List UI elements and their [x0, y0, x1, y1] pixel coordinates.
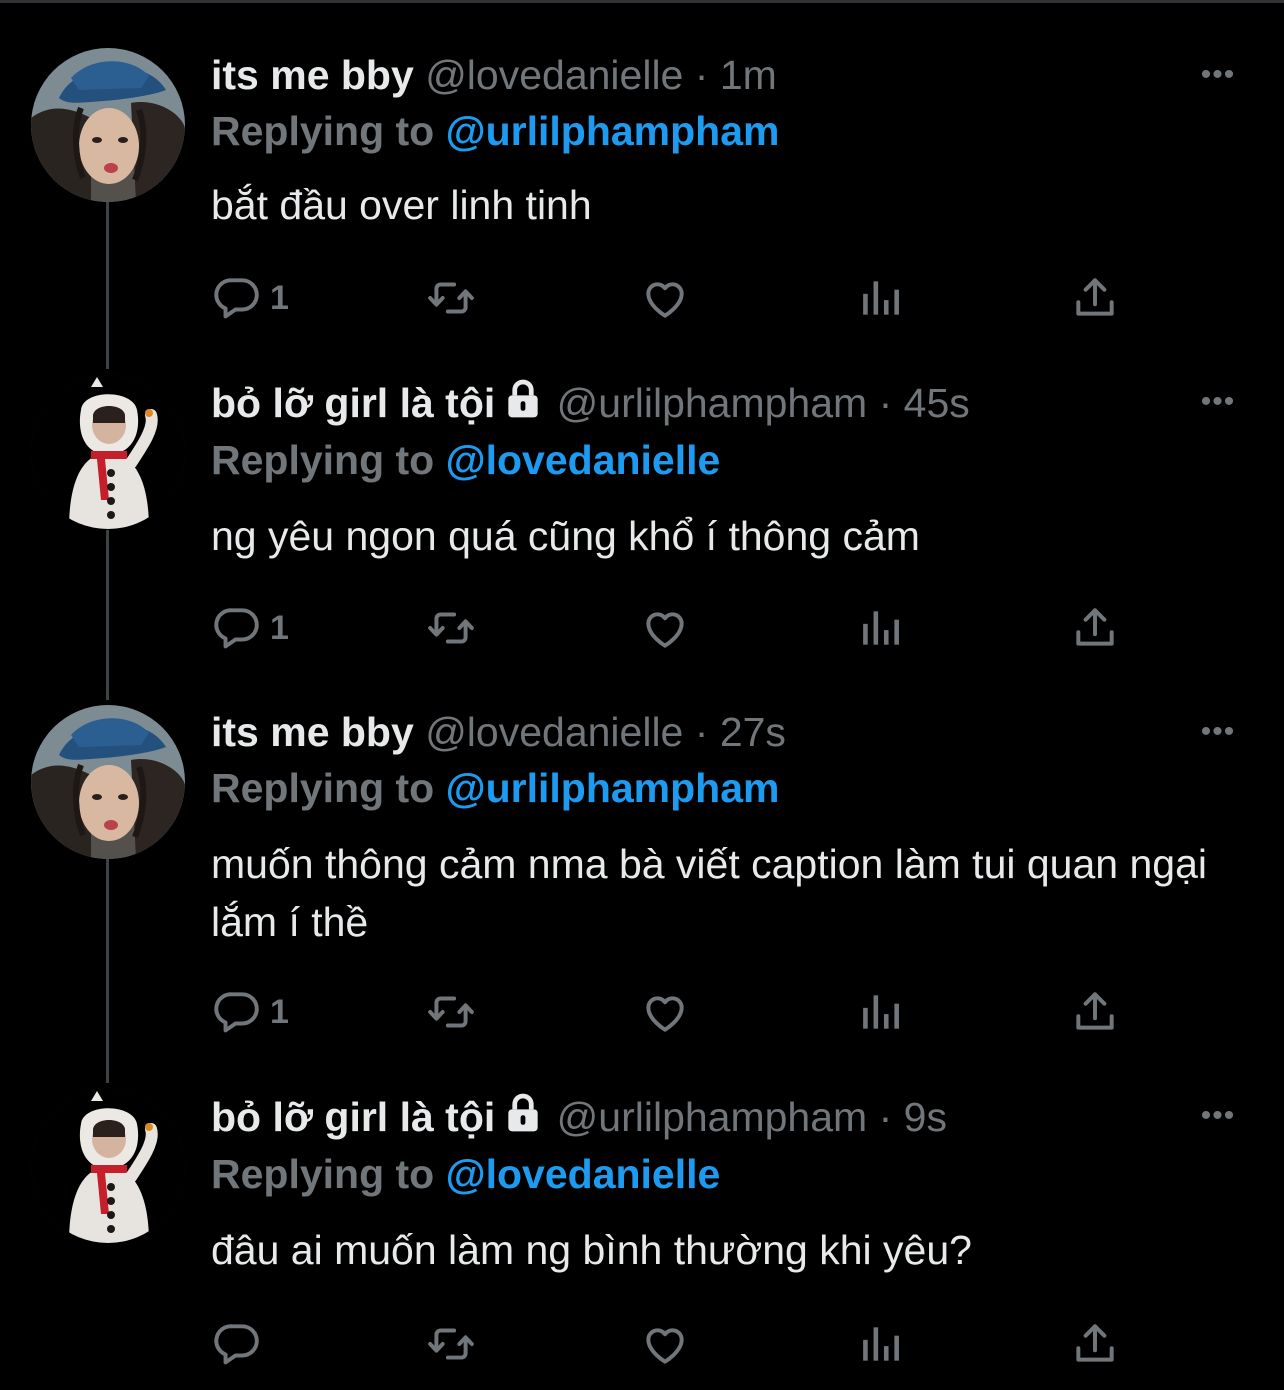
reply-icon	[212, 1319, 262, 1369]
avatar[interactable]	[31, 705, 185, 859]
action-bar	[0, 1316, 1284, 1372]
action-bar: 1	[0, 600, 1284, 656]
tweet-text: đâu ai muốn làm ng bình thường khi yêu?	[211, 1227, 972, 1273]
action-bar: 1	[0, 984, 1284, 1040]
share-icon	[1070, 603, 1120, 653]
top-divider	[0, 0, 1284, 3]
avatar[interactable]	[31, 375, 185, 529]
display-name[interactable]: its me bby	[211, 52, 414, 98]
more-icon[interactable]: •••	[1196, 377, 1240, 427]
reply-button[interactable]	[212, 1316, 270, 1372]
reply-button[interactable]: 1	[212, 984, 289, 1040]
replying-label: Replying to	[211, 765, 435, 811]
share-icon	[1070, 273, 1120, 323]
reply-icon	[212, 273, 262, 323]
display-name[interactable]: its me bby	[211, 709, 414, 755]
like-button[interactable]	[640, 270, 690, 326]
tweet-header: bỏ lỡ girl là tội @urlilphampham · 9s	[211, 1091, 947, 1141]
replying-to-line: Replying to @lovedanielle	[211, 1149, 720, 1199]
replying-to-line: Replying to @lovedanielle	[211, 435, 720, 485]
analytics-button[interactable]	[855, 600, 905, 656]
replying-mention-link[interactable]: @lovedanielle	[446, 437, 721, 483]
like-button[interactable]	[640, 600, 690, 656]
avatar[interactable]	[31, 1089, 185, 1243]
more-icon[interactable]: •••	[1196, 1091, 1240, 1141]
share-button[interactable]	[1070, 1316, 1120, 1372]
retweet-button[interactable]	[426, 600, 476, 656]
reply-count: 1	[270, 278, 289, 317]
retweet-icon	[426, 603, 476, 653]
replying-to-line: Replying to @urlilphampham	[211, 106, 779, 156]
replying-mention-link[interactable]: @urlilphampham	[446, 108, 780, 154]
analytics-button[interactable]	[855, 1316, 905, 1372]
share-button[interactable]	[1070, 600, 1120, 656]
timestamp[interactable]: 27s	[720, 709, 786, 755]
analytics-icon	[855, 1319, 905, 1369]
replying-to-line: Replying to @urlilphampham	[211, 763, 779, 813]
retweet-button[interactable]	[426, 270, 476, 326]
replying-mention-link[interactable]: @urlilphampham	[446, 765, 780, 811]
user-handle[interactable]: @lovedanielle	[425, 52, 683, 98]
tweet-text: ng yêu ngon quá cũng khổ í thông cảm	[211, 513, 920, 559]
display-name[interactable]: bỏ lỡ girl là tội	[211, 1094, 495, 1140]
separator-dot: ·	[878, 380, 893, 426]
like-button[interactable]	[640, 984, 690, 1040]
lock-icon	[501, 1091, 545, 1135]
share-button[interactable]	[1070, 984, 1120, 1040]
tweet-header: its me bby @lovedanielle · 27s	[211, 707, 786, 757]
tweet-text: muốn thông cảm nma bà viết caption làm t…	[211, 841, 1207, 945]
more-icon[interactable]: •••	[1196, 707, 1240, 757]
tweet-text: bắt đầu over linh tinh	[211, 182, 592, 228]
user-handle[interactable]: @lovedanielle	[425, 709, 683, 755]
timestamp[interactable]: 1m	[720, 52, 777, 98]
share-icon	[1070, 987, 1120, 1037]
replying-label: Replying to	[211, 1151, 435, 1197]
separator-dot: ·	[694, 52, 709, 98]
display-name[interactable]: bỏ lỡ girl là tội	[211, 380, 495, 426]
analytics-icon	[855, 987, 905, 1037]
analytics-button[interactable]	[855, 984, 905, 1040]
reply-icon	[212, 603, 262, 653]
more-icon[interactable]: •••	[1196, 50, 1240, 100]
separator-dot: ·	[694, 709, 709, 755]
reply-button[interactable]: 1	[212, 600, 289, 656]
tweet-header: bỏ lỡ girl là tội @urlilphampham · 45s	[211, 377, 970, 427]
retweet-icon	[426, 273, 476, 323]
analytics-button[interactable]	[855, 270, 905, 326]
heart-icon	[640, 987, 690, 1037]
heart-icon	[640, 603, 690, 653]
lock-icon	[501, 377, 545, 421]
thread-connector	[106, 858, 109, 1083]
analytics-icon	[855, 273, 905, 323]
reply-button[interactable]: 1	[212, 270, 289, 326]
reply-icon	[212, 987, 262, 1037]
share-icon	[1070, 1319, 1120, 1369]
retweet-icon	[426, 987, 476, 1037]
retweet-button[interactable]	[426, 984, 476, 1040]
tweet-header: its me bby @lovedanielle · 1m	[211, 50, 777, 100]
replying-mention-link[interactable]: @lovedanielle	[446, 1151, 721, 1197]
separator-dot: ·	[878, 1094, 893, 1140]
analytics-icon	[855, 603, 905, 653]
retweet-icon	[426, 1319, 476, 1369]
heart-icon	[640, 1319, 690, 1369]
user-handle[interactable]: @urlilphampham	[557, 380, 868, 426]
replying-label: Replying to	[211, 437, 435, 483]
timestamp[interactable]: 45s	[904, 380, 970, 426]
replying-label: Replying to	[211, 108, 435, 154]
share-button[interactable]	[1070, 270, 1120, 326]
reply-count: 1	[270, 608, 289, 647]
action-bar: 1	[0, 270, 1284, 326]
avatar[interactable]	[31, 48, 185, 202]
reply-count: 1	[270, 992, 289, 1031]
timestamp[interactable]: 9s	[904, 1094, 947, 1140]
heart-icon	[640, 273, 690, 323]
retweet-button[interactable]	[426, 1316, 476, 1372]
like-button[interactable]	[640, 1316, 690, 1372]
user-handle[interactable]: @urlilphampham	[557, 1094, 868, 1140]
